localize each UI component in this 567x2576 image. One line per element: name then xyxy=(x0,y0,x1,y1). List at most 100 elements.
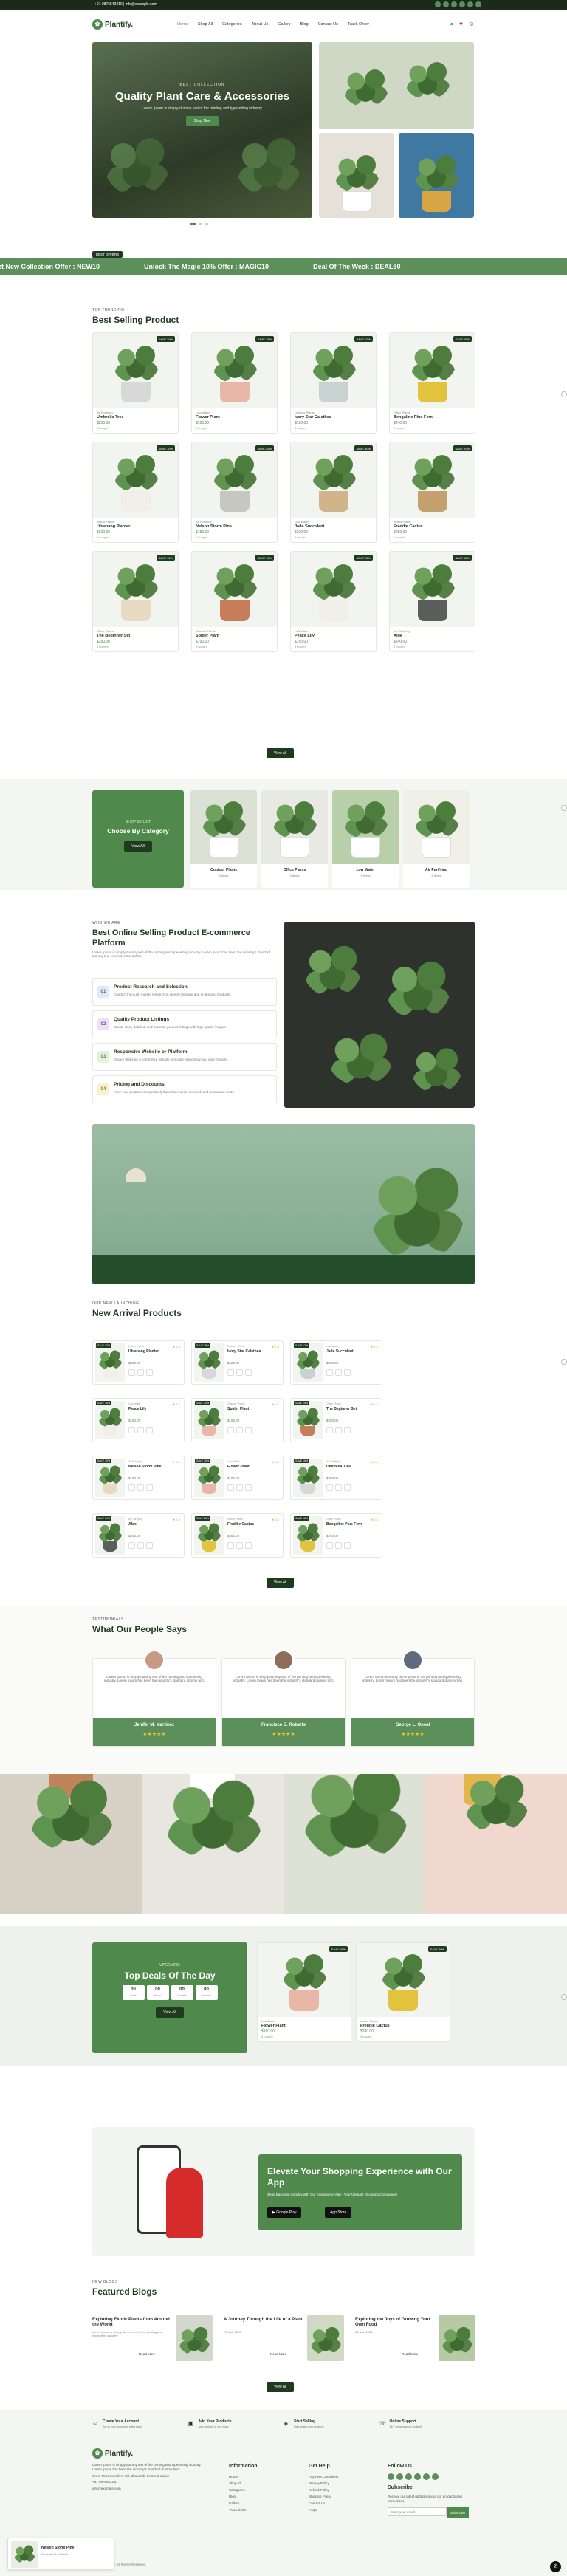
heart-icon[interactable] xyxy=(227,1427,234,1433)
arrival-card[interactable]: SAVE 10% Outdoor Plants ★ 4.5 Spider Pla… xyxy=(191,1398,284,1442)
twitter-icon[interactable] xyxy=(443,1,449,7)
product-name[interactable]: Jade Succulent xyxy=(326,1349,354,1354)
subscribe-button[interactable]: Subscribe xyxy=(447,2507,470,2518)
product-name[interactable]: Freddie Cactus xyxy=(227,1522,254,1527)
heart-icon[interactable] xyxy=(227,1369,234,1376)
product-name[interactable]: Flower Plant xyxy=(227,1465,250,1469)
heart-icon[interactable] xyxy=(326,1427,333,1433)
product-name[interactable]: Freddie Cactus xyxy=(357,2023,450,2029)
arrival-card[interactable]: SAVE 18% Outdoor Plants ★ 4.5 Ivory Star… xyxy=(191,1340,284,1385)
footer-link[interactable]: Gallery xyxy=(229,2500,258,2507)
view-all-button[interactable]: View All xyxy=(267,2382,295,2392)
pinterest-icon[interactable] xyxy=(475,1,481,7)
eye-icon[interactable] xyxy=(344,1542,351,1549)
cart-icon[interactable] xyxy=(335,1427,342,1433)
gallery-image[interactable] xyxy=(0,1774,142,1914)
eye-icon[interactable] xyxy=(344,1484,351,1491)
arrival-card[interactable]: SAVE 14% Air Purifying ★ 4.5 Aloe $240.0… xyxy=(92,1513,185,1558)
cart-icon[interactable] xyxy=(137,1542,144,1549)
product-name[interactable]: The Beginner Set xyxy=(326,1407,357,1411)
gallery-image[interactable] xyxy=(425,1774,567,1914)
deals-view-all-button[interactable]: View All xyxy=(156,2007,184,2018)
footer-email[interactable]: info@example.com xyxy=(92,2485,203,2492)
cart-icon[interactable] xyxy=(137,1369,144,1376)
side-nav-arrow[interactable] xyxy=(561,1994,567,2000)
product-name[interactable]: Freddie Cactus xyxy=(390,524,475,530)
product-card[interactable]: SAVE 18% Low Water Flower Plant $180.00 … xyxy=(191,332,278,434)
side-nav-arrow[interactable] xyxy=(561,1359,567,1365)
product-name[interactable]: Nelson Storm Pine xyxy=(192,524,277,530)
category-view-all-button[interactable]: View All xyxy=(124,841,152,852)
footer-link[interactable]: Shop All xyxy=(229,2480,258,2487)
eye-icon[interactable] xyxy=(344,1427,351,1433)
heart-icon[interactable] xyxy=(128,1484,135,1491)
blog-card[interactable]: Exploring Exotic Plants from Around the … xyxy=(92,2315,213,2366)
product-name[interactable]: Spider Plant xyxy=(227,1407,249,1411)
nav-track-order[interactable]: Track Order xyxy=(348,22,369,27)
product-card[interactable]: SAVE 14% Outdoor Plants Spider Plant $19… xyxy=(191,551,278,652)
product-name[interactable]: Flower Plant xyxy=(258,2023,351,2029)
side-nav-arrow[interactable] xyxy=(561,805,567,811)
pinterest-icon[interactable] xyxy=(432,2473,439,2480)
eye-icon[interactable] xyxy=(245,1542,252,1549)
cart-icon[interactable]: ♥ xyxy=(459,21,463,28)
arrival-card[interactable]: SAVE 22% Indoor Plants ★ 4.5 Freddie Cac… xyxy=(191,1513,284,1558)
cart-icon[interactable] xyxy=(335,1542,342,1549)
eye-icon[interactable] xyxy=(146,1542,153,1549)
product-card[interactable]: SAVE 10% Indoor Plants Ubiabang Planter … xyxy=(92,442,179,543)
nav-shop[interactable]: Shop All xyxy=(198,22,213,27)
footer-link[interactable]: Refund Policy xyxy=(309,2487,338,2493)
phone-call-icon[interactable]: ✆ xyxy=(550,2561,561,2572)
product-card[interactable]: SAVE 30% Low Water Jade Succulent $300.0… xyxy=(290,442,377,543)
category-card[interactable]: Outdoor Plants 5 items xyxy=(190,790,257,888)
slide-dot[interactable] xyxy=(199,223,202,225)
search-icon[interactable]: ⌕ xyxy=(450,21,453,28)
shop-now-button[interactable]: Shop Now xyxy=(186,116,219,126)
footer-link[interactable]: Contact Us xyxy=(309,2500,338,2507)
heart-icon[interactable] xyxy=(227,1484,234,1491)
footer-link[interactable]: Privacy Policy xyxy=(309,2480,338,2487)
product-name[interactable]: Ubiabang Planter xyxy=(128,1349,159,1354)
heart-icon[interactable] xyxy=(227,1542,234,1549)
read-more-link[interactable]: Read More xyxy=(139,2352,155,2356)
linkedin-icon[interactable] xyxy=(459,1,465,7)
eye-icon[interactable] xyxy=(344,1369,351,1376)
gallery-image[interactable] xyxy=(142,1774,284,1914)
logo[interactable]: ✿ Plantify. xyxy=(92,19,133,30)
blog-card[interactable]: A Journey Through the Life of a Plant 21… xyxy=(224,2315,344,2366)
eye-icon[interactable] xyxy=(245,1427,252,1433)
nav-blog[interactable]: Blog xyxy=(300,22,309,27)
cart-icon[interactable] xyxy=(236,1369,243,1376)
product-name[interactable]: Jade Succulent xyxy=(291,524,376,530)
youtube-icon[interactable] xyxy=(423,2473,430,2480)
blog-title[interactable]: Exploring Exotic Plants from Around the … xyxy=(92,2318,172,2328)
youtube-icon[interactable] xyxy=(467,1,473,7)
twitter-icon[interactable] xyxy=(396,2473,403,2480)
nav-about[interactable]: About Us xyxy=(252,22,269,27)
product-card[interactable]: SAVE 15% Office Plants Bengaline Plus Fe… xyxy=(389,332,475,434)
product-card[interactable]: SAVE 22% Low Water Peace Lily $150.00 3 … xyxy=(290,551,377,652)
blog-card[interactable]: Exploring the Joys of Growing Your Own F… xyxy=(355,2315,475,2366)
footer-link[interactable]: Home xyxy=(229,2473,258,2480)
product-name[interactable]: Aloe xyxy=(390,633,475,639)
arrival-card[interactable]: SAVE 12% Low Water ★ 4.5 Jade Succulent … xyxy=(290,1340,382,1385)
arrival-card[interactable]: SAVE 15% Low Water ★ 4.5 Peace Lily $150… xyxy=(92,1398,185,1442)
heart-icon[interactable] xyxy=(128,1427,135,1433)
deal-card[interactable]: SAVE 20% Indoor Plants Freddie Cactus $2… xyxy=(356,1942,450,2042)
blog-title[interactable]: Exploring the Joys of Growing Your Own F… xyxy=(355,2318,435,2328)
facebook-icon[interactable] xyxy=(435,1,441,7)
footer-link[interactable]: Track Order xyxy=(229,2507,258,2513)
facebook-icon[interactable] xyxy=(388,2473,394,2480)
linkedin-icon[interactable] xyxy=(414,2473,421,2480)
product-name[interactable]: Aloe xyxy=(128,1522,137,1527)
product-card[interactable]: SAVE 20% Air Purifying Umbrella Tree $25… xyxy=(92,332,179,434)
category-card[interactable]: Office Plants 4 items xyxy=(261,790,328,888)
product-name[interactable]: Peace Lily xyxy=(128,1407,146,1411)
footer-link[interactable]: Categories xyxy=(229,2487,258,2493)
instagram-icon[interactable] xyxy=(405,2473,412,2480)
product-name[interactable]: Flower Plant xyxy=(192,414,277,420)
deal-card[interactable]: SAVE 18% Low Water Flower Plant $180.00 … xyxy=(257,1942,351,2042)
slide-dot[interactable] xyxy=(205,223,208,225)
blog-title[interactable]: A Journey Through the Life of a Plant xyxy=(224,2318,303,2323)
nav-contact[interactable]: Contact Us xyxy=(318,22,338,27)
